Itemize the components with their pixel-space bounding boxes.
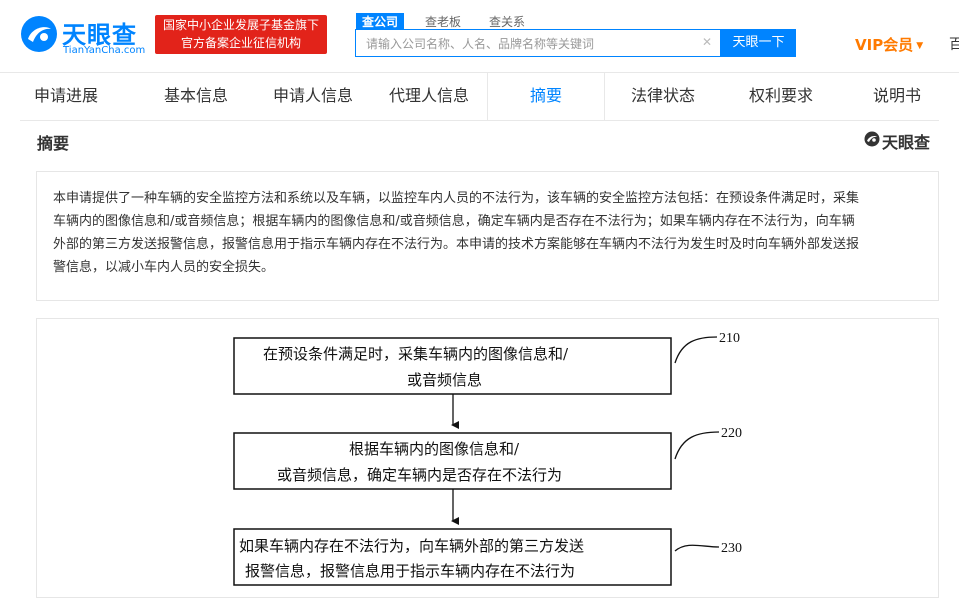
section-title: 摘要 <box>37 134 70 153</box>
flow-box-210-line1: 在预设条件满足时，采集车辆内的图像信息和/ <box>263 345 569 363</box>
tab-abstract[interactable]: 摘要 <box>487 73 605 120</box>
tab-legal-status[interactable]: 法律状态 <box>620 73 706 119</box>
flow-box-220-line1: 根据车辆内的图像信息和/ <box>349 440 520 458</box>
vip-member-menu[interactable]: VIP会员 ▼ <box>855 34 923 55</box>
search-input[interactable] <box>364 34 698 54</box>
flow-leader-210 <box>674 336 718 364</box>
tab-basic-info[interactable]: 基本信息 <box>152 73 240 119</box>
flowchart-diagram: 在预设条件满足时，采集车辆内的图像信息和/ 或音频信息 210 根据车辆内的图像… <box>233 331 742 586</box>
search-box: ✕ <box>355 29 721 57</box>
flow-label-210: 210 <box>719 331 740 346</box>
flow-label-230: 230 <box>721 541 742 556</box>
brand-eye-icon <box>864 131 880 147</box>
patent-subnav: 申请进展 基本信息 申请人信息 代理人信息 摘要 法律状态 权利要求 说明书 <box>20 73 939 121</box>
logo-domain: TianYanCha.com <box>63 45 146 56</box>
flow-label-220: 220 <box>721 426 742 441</box>
tab-claims[interactable]: 权利要求 <box>738 73 824 119</box>
tab-specification[interactable]: 说明书 <box>860 73 934 119</box>
abstract-line: 本申请提供了一种车辆的安全监控方法和系统以及车辆，以监控车内人员的不法行为，该车… <box>53 191 860 206</box>
abstract-line: 外部的第三方发送报警信息，报警信息用于指示车辆内存在不法行为。本申请的技术方案能… <box>53 237 860 252</box>
flow-box-220-line2: 或音频信息，确定车辆内是否存在不法行为 <box>277 466 562 484</box>
abstract-box: 本申请提供了一种车辆的安全监控方法和系统以及车辆，以监控车内人员的不法行为，该车… <box>36 171 939 301</box>
abstract-line: 警信息，以减小车内人员的安全损失。 <box>53 260 275 275</box>
header-cut-text[interactable]: 百 <box>949 34 959 54</box>
flow-leader-230 <box>674 544 720 552</box>
tianyancha-logo[interactable]: 天眼查 TianYanCha.com <box>20 13 146 57</box>
tab-agent-info[interactable]: 代理人信息 <box>386 73 472 119</box>
flow-box-230-line1: 如果车辆内存在不法行为，向车辆外部的第三方发送 <box>239 537 584 555</box>
logo-eye-icon <box>21 16 57 52</box>
flow-box-210-line2: 或音频信息 <box>407 371 482 389</box>
abstract-figure: 在预设条件满足时，采集车辆内的图像信息和/ 或音频信息 210 根据车辆内的图像… <box>36 318 939 598</box>
tab-application-progress[interactable]: 申请进展 <box>20 73 112 119</box>
slogan-line-1: 国家中小企业发展子基金旗下 <box>162 18 319 32</box>
caret-down-icon: ▼ <box>916 41 924 51</box>
abstract-text: 本申请提供了一种车辆的安全监控方法和系统以及车辆，以监控车内人员的不法行为，该车… <box>53 187 925 279</box>
slogan-badge: 国家中小企业发展子基金旗下 官方备案企业征信机构 <box>155 15 327 54</box>
slogan-line-2: 官方备案企业征信机构 <box>180 36 301 50</box>
search-tabs: 查公司 查老板 查关系 <box>356 11 546 31</box>
clear-icon[interactable]: ✕ <box>702 35 712 49</box>
tab-applicant-info[interactable]: 申请人信息 <box>270 73 356 119</box>
top-header: 天眼查 TianYanCha.com 国家中小企业发展子基金旗下 官方备案企业征… <box>0 0 959 73</box>
flow-box-230-line2: 报警信息，报警信息用于指示车辆内存在不法行为 <box>245 562 575 580</box>
abstract-line: 车辆内的图像信息和/或音频信息；根据车辆内的图像信息和/或音频信息，确定车辆内是… <box>53 214 855 229</box>
brand-text: 天眼查 <box>882 133 931 152</box>
search-button[interactable]: 天眼一下 <box>721 29 796 57</box>
brand-watermark: 天眼查 <box>864 129 940 152</box>
flow-leader-220 <box>674 431 720 460</box>
vip-label: VIP会员 <box>855 36 914 54</box>
